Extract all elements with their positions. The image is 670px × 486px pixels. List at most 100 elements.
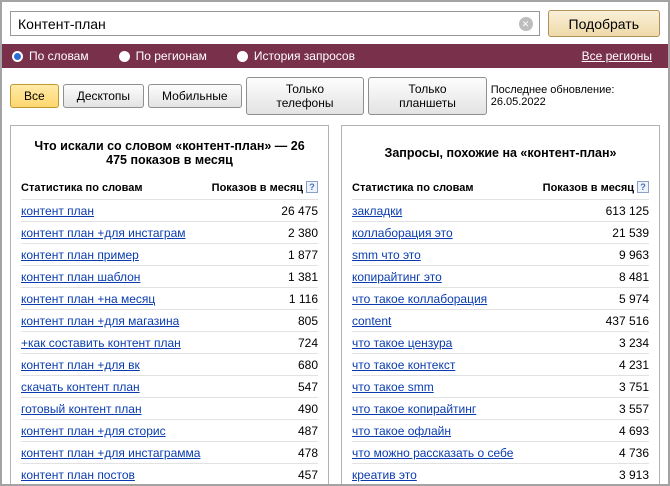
keyword-link[interactable]: контент план +для магазина <box>21 314 179 328</box>
table-body: контент план 26 475 контент план +для ин… <box>21 199 318 486</box>
table-row: контент план +на месяц 1 116 <box>21 287 318 309</box>
radio-label: По регионам <box>136 49 207 63</box>
keyword-count: 1 877 <box>280 248 318 262</box>
keyword-link[interactable]: контент план +для инстаграм <box>21 226 186 240</box>
tabs-row: Все Десктопы Мобильные Только телефоны Т… <box>2 68 668 121</box>
table-row: что такое офлайн 4 693 <box>352 419 649 441</box>
keyword-count: 8 481 <box>611 270 649 284</box>
table-row: креатив это 3 913 <box>352 463 649 485</box>
keyword-link[interactable]: что можно рассказать о себе <box>352 446 513 460</box>
keyword-link[interactable]: контент план <box>21 204 94 218</box>
table-row: +как составить контент план 724 <box>21 331 318 353</box>
help-icon[interactable]: ? <box>637 181 649 193</box>
tab-mobile[interactable]: Мобильные <box>148 84 242 108</box>
keyword-count: 5 974 <box>611 292 649 306</box>
panel-title: Запросы, похожие на «контент-план» <box>360 136 641 170</box>
radio-label: По словам <box>29 49 89 63</box>
tab-tablets-only[interactable]: Только планшеты <box>368 77 486 115</box>
keyword-count: 3 751 <box>611 380 649 394</box>
keyword-link[interactable]: контент план пример <box>21 248 139 262</box>
keyword-link[interactable]: +как составить контент план <box>21 336 181 350</box>
keyword-link[interactable]: креатив это <box>352 468 417 482</box>
keyword-link[interactable]: коллаборация это <box>352 226 453 240</box>
keyword-count: 3 557 <box>611 402 649 416</box>
keyword-link[interactable]: что такое цензура <box>352 336 452 350</box>
keyword-count: 3 913 <box>611 468 649 482</box>
table-row: контент план 26 475 <box>21 199 318 221</box>
help-icon[interactable]: ? <box>306 181 318 193</box>
radio-query-history[interactable]: История запросов <box>237 49 355 63</box>
keyword-link[interactable]: контент план +для инстаграмма <box>21 446 200 460</box>
table-row: что такое цензура 3 234 <box>352 331 649 353</box>
keyword-link[interactable]: что такое копирайтинг <box>352 402 476 416</box>
keyword-count: 21 539 <box>604 226 649 240</box>
radio-icon <box>119 51 130 62</box>
right-results-panel: Запросы, похожие на «контент-план» Стати… <box>341 125 660 486</box>
last-update-text: Последнее обновление: 26.05.2022 <box>491 84 658 108</box>
keyword-link[interactable]: что такое контекст <box>352 358 455 372</box>
keyword-count: 680 <box>290 358 318 372</box>
table-row: контент план +для магазина 805 <box>21 309 318 331</box>
keyword-link[interactable]: закладки <box>352 204 402 218</box>
radio-icon <box>12 51 23 62</box>
keyword-count: 613 125 <box>598 204 649 218</box>
panel-title: Что искали со словом «контент-план» — 26… <box>29 136 310 170</box>
keyword-link[interactable]: контент план +на месяц <box>21 292 155 306</box>
table-row: контент план постов 457 <box>21 463 318 485</box>
table-row: что такое коллаборация 5 974 <box>352 287 649 309</box>
keyword-link[interactable]: готовый контент план <box>21 402 142 416</box>
table-row: контент план +для инстаграм 2 380 <box>21 221 318 243</box>
tab-desktops[interactable]: Десктопы <box>63 84 144 108</box>
keyword-count: 724 <box>290 336 318 350</box>
radio-icon <box>237 51 248 62</box>
keyword-count: 478 <box>290 446 318 460</box>
keyword-link[interactable]: что такое коллаборация <box>352 292 487 306</box>
keyword-link[interactable]: скачать контент план <box>21 380 140 394</box>
keyword-count: 4 693 <box>611 424 649 438</box>
table-row: что можно рассказать о себе 4 736 <box>352 441 649 463</box>
keyword-count: 2 380 <box>280 226 318 240</box>
keyword-count: 9 963 <box>611 248 649 262</box>
search-input[interactable] <box>10 11 540 36</box>
column-header-count-label: Показов в месяц <box>212 182 303 194</box>
table-row: контент план +для инстаграмма 478 <box>21 441 318 463</box>
radio-by-words[interactable]: По словам <box>12 49 89 63</box>
keyword-count: 805 <box>290 314 318 328</box>
table-header: Статистика по словам Показов в месяц? <box>21 178 318 199</box>
table-row: скачать контент план 547 <box>21 375 318 397</box>
table-row: контент план пример 1 877 <box>21 243 318 265</box>
all-regions-link[interactable]: Все регионы <box>582 49 652 63</box>
column-header-count-label: Показов в месяц <box>543 182 634 194</box>
clear-icon[interactable]: ✕ <box>519 17 533 31</box>
left-results-panel: Что искали со словом «контент-план» — 26… <box>10 125 329 486</box>
column-header-count: Показов в месяц? <box>543 181 649 194</box>
table-row: закладки 613 125 <box>352 199 649 221</box>
tab-all[interactable]: Все <box>10 84 59 108</box>
keyword-count: 437 516 <box>598 314 649 328</box>
table-row: content 437 516 <box>352 309 649 331</box>
search-box: ✕ <box>10 11 540 36</box>
radio-label: История запросов <box>254 49 355 63</box>
table-body: закладки 613 125 коллаборация это 21 539… <box>352 199 649 486</box>
keyword-link[interactable]: контент план +для вк <box>21 358 140 372</box>
results-panels: Что искали со словом «контент-план» — 26… <box>2 121 668 486</box>
submit-button[interactable]: Подобрать <box>548 10 661 37</box>
keyword-link[interactable]: контент план постов <box>21 468 135 482</box>
keyword-count: 3 234 <box>611 336 649 350</box>
wordstat-page: ✕ Подобрать По словам По регионам Истори… <box>0 0 670 486</box>
keyword-link[interactable]: контент план +для сторис <box>21 424 166 438</box>
keyword-link[interactable]: content <box>352 314 391 328</box>
table-row: smm что это 9 963 <box>352 243 649 265</box>
tab-phones-only[interactable]: Только телефоны <box>246 77 365 115</box>
keyword-link[interactable]: что такое офлайн <box>352 424 451 438</box>
radio-by-regions[interactable]: По регионам <box>119 49 207 63</box>
column-header-word: Статистика по словам <box>21 182 143 194</box>
table-row: коллаборация это 21 539 <box>352 221 649 243</box>
keyword-link[interactable]: smm что это <box>352 248 421 262</box>
keyword-count: 1 381 <box>280 270 318 284</box>
keyword-count: 4 231 <box>611 358 649 372</box>
table-row: контент план +для сторис 487 <box>21 419 318 441</box>
keyword-link[interactable]: контент план шаблон <box>21 270 140 284</box>
keyword-link[interactable]: копирайтинг это <box>352 270 442 284</box>
keyword-link[interactable]: что такое smm <box>352 380 434 394</box>
